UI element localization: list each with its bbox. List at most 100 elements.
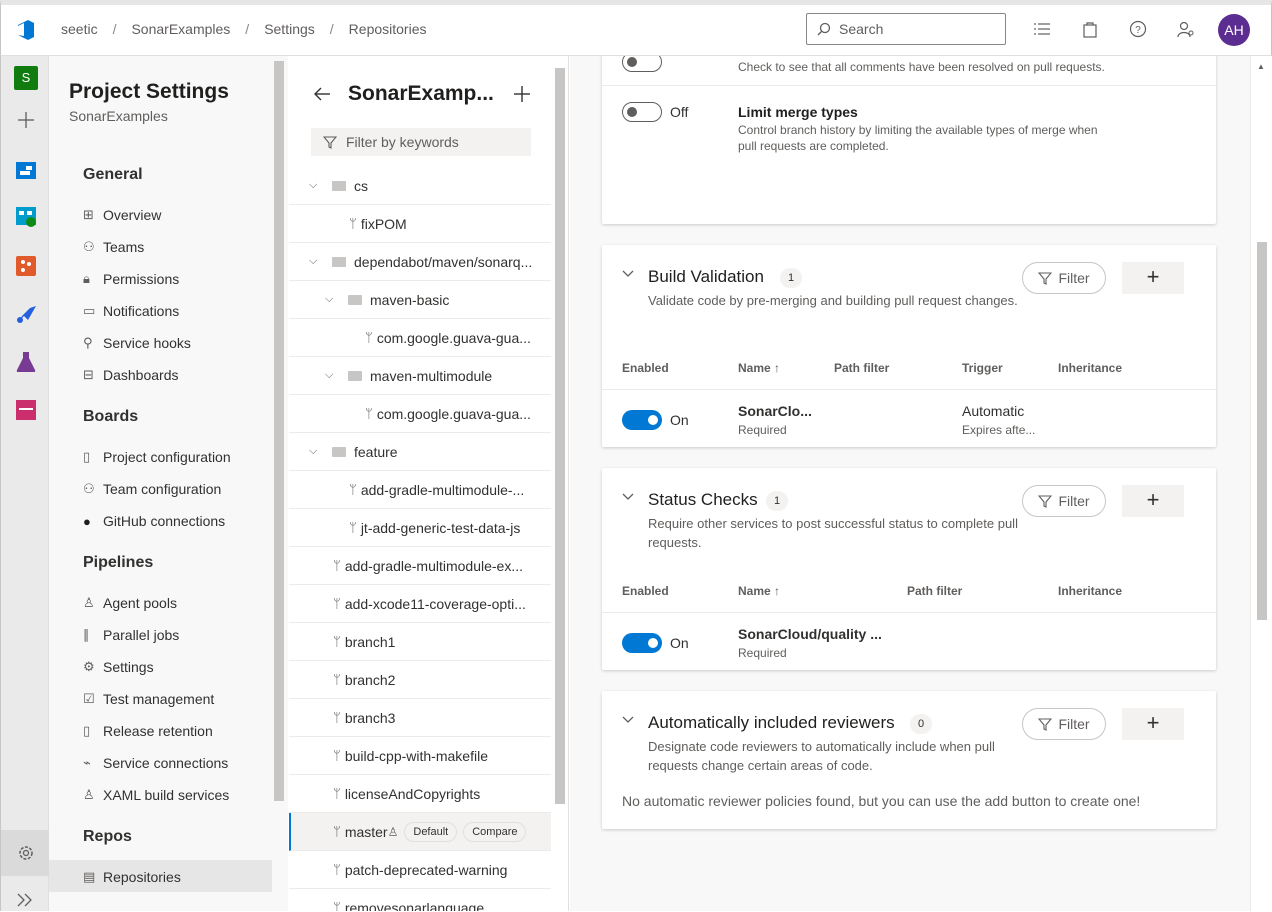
scroll-up-icon[interactable]: ▲	[1257, 62, 1265, 71]
add-reviewer-policy-button[interactable]: +	[1122, 708, 1184, 740]
add-branch-icon[interactable]	[513, 85, 531, 103]
project-settings-sidebar: Project Settings SonarExamples General ⊞…	[49, 56, 288, 911]
repos-icon[interactable]	[14, 254, 38, 278]
divider	[602, 85, 1216, 86]
add-build-policy-button[interactable]: +	[1122, 262, 1184, 294]
boards-icon[interactable]	[14, 204, 38, 228]
sidebar-item-agent-pools[interactable]: ♙ Agent pools	[83, 587, 273, 619]
status-policy-toggle[interactable]: On	[622, 633, 689, 653]
sidebar-item-parallel-jobs[interactable]: ∥ Parallel jobs	[83, 619, 273, 651]
sidebar-item-notifications[interactable]: ▭ Notifications	[83, 295, 273, 327]
build-policy-toggle[interactable]: On	[622, 410, 689, 430]
compare-badge[interactable]: Compare	[463, 821, 527, 842]
overview-icon[interactable]	[14, 158, 38, 182]
repository-panel: SonarExamp... Filter by keywords ⌵ cs ᛘ fix…	[289, 56, 569, 911]
marketplace-bag-icon[interactable]	[1081, 20, 1099, 38]
chevron-down-icon[interactable]: ⌵	[309, 179, 317, 192]
pipelines-icon[interactable]	[14, 302, 38, 326]
gear-icon[interactable]	[14, 841, 38, 865]
branch-row[interactable]: ᛘ patch-deprecated-warning	[289, 851, 551, 889]
folder-icon	[332, 256, 346, 267]
filter-button[interactable]: Filter	[1022, 708, 1106, 740]
breadcrumb-project[interactable]: SonarExamples	[131, 21, 230, 37]
chevron-down-icon[interactable]	[622, 270, 634, 278]
branch-row[interactable]: ᛘ com.google.guava-gua...	[289, 395, 551, 433]
breadcrumb-org[interactable]: seetic	[61, 21, 98, 37]
sidebar-item-pipeline-settings[interactable]: ⚙ Settings	[83, 651, 273, 683]
sidebar-item-dashboards[interactable]: ⊟ Dashboards	[83, 359, 273, 391]
column-name[interactable]: Name ↑	[738, 361, 780, 375]
sidebar-item-repositories[interactable]: ▤ Repositories	[83, 861, 273, 893]
breadcrumb-separator: /	[329, 21, 334, 37]
page-title: Project Settings	[69, 80, 229, 103]
comment-resolution-toggle[interactable]	[622, 56, 662, 75]
sidebar-item-teams[interactable]: ⚇ Teams	[83, 231, 273, 263]
branch-row[interactable]: ᛘ removesonarlanguage	[289, 889, 551, 912]
sidebar-item-service-hooks[interactable]: ⚲ Service hooks	[83, 327, 273, 359]
chevron-down-icon[interactable]: ⌵	[309, 445, 317, 458]
breadcrumb-settings[interactable]: Settings	[264, 21, 315, 37]
reviewers-description: Designate code reviewers to automaticall…	[648, 739, 995, 773]
branch-row[interactable]: ᛘ com.google.guava-gua...	[289, 319, 551, 357]
sidebar-scrollbar[interactable]	[274, 61, 284, 801]
folder-row[interactable]: ⌵ maven-multimodule	[289, 357, 551, 395]
status-policy-name[interactable]: SonarCloud/quality ...	[738, 626, 882, 642]
artifacts-icon[interactable]	[14, 398, 38, 422]
sidebar-item-test-management[interactable]: ☑ Test management	[83, 683, 273, 715]
azure-devops-logo-icon[interactable]	[15, 19, 37, 41]
branch-row[interactable]: ᛘ licenseAndCopyrights	[289, 775, 551, 813]
column-name[interactable]: Name ↑	[738, 584, 780, 598]
branch-row[interactable]: ᛘ branch3	[289, 699, 551, 737]
help-icon[interactable]: ?	[1129, 20, 1147, 38]
folder-row[interactable]: ⌵ maven-basic	[289, 281, 551, 319]
project-avatar[interactable]: S	[14, 66, 38, 90]
chevron-down-icon[interactable]: ⌵	[309, 255, 317, 268]
main-scrollbar[interactable]: ▲	[1250, 56, 1272, 911]
test-plans-icon[interactable]	[14, 350, 38, 374]
filter-label: Filter	[1058, 270, 1090, 286]
chevron-down-icon[interactable]	[622, 493, 634, 501]
main-scroll-thumb[interactable]	[1257, 242, 1267, 620]
task-list-icon[interactable]	[1033, 20, 1051, 38]
folder-row[interactable]: ⌵ feature	[289, 433, 551, 471]
branch-row[interactable]: ᛘ fixPOM	[289, 205, 551, 243]
branch-scrollbar[interactable]	[555, 68, 565, 804]
branch-row[interactable]: ᛘ branch2	[289, 661, 551, 699]
folder-row[interactable]: ⌵ dependabot/maven/sonarq...	[289, 243, 551, 281]
add-icon[interactable]	[14, 108, 38, 132]
filter-button[interactable]: Filter	[1022, 485, 1106, 517]
sidebar-item-label: Overview	[103, 207, 162, 223]
add-status-policy-button[interactable]: +	[1122, 485, 1184, 517]
sidebar-item-service-connections[interactable]: ⌁ Service connections	[83, 747, 273, 779]
branch-row[interactable]: ᛘ branch1	[289, 623, 551, 661]
sidebar-item-github-connections[interactable]: ● GitHub connections	[83, 505, 273, 537]
branch-row[interactable]: ᛘ jt-add-generic-test-data-js	[289, 509, 551, 547]
sidebar-item-project-configuration[interactable]: ▯ Project configuration	[83, 441, 273, 473]
merge-types-toggle[interactable]: Off	[622, 102, 688, 122]
folder-icon	[348, 370, 362, 381]
branch-row[interactable]: ᛘ add-gradle-multimodule-ex...	[289, 547, 551, 585]
sidebar-item-xaml-build-services[interactable]: ♙ XAML build services	[83, 779, 273, 811]
branch-row[interactable]: ᛘ add-xcode11-coverage-opti...	[289, 585, 551, 623]
expand-rail-icon[interactable]	[14, 888, 38, 912]
branch-row[interactable]: ᛘ master ♙ Default Compare	[289, 813, 551, 851]
sidebar-item-permissions[interactable]: 🔒︎ Permissions	[83, 263, 273, 295]
sidebar-item-team-configuration[interactable]: ⚇ Team configuration	[83, 473, 273, 505]
chevron-down-icon[interactable]	[622, 716, 634, 724]
sidebar-item-release-retention[interactable]: ▯ Release retention	[83, 715, 273, 747]
chevron-down-icon[interactable]: ⌵	[325, 293, 333, 306]
branch-row[interactable]: ᛘ add-gradle-multimodule-...	[289, 471, 551, 509]
avatar[interactable]: AH	[1218, 14, 1250, 46]
branch-filter-input[interactable]: Filter by keywords	[311, 128, 531, 156]
filter-button[interactable]: Filter	[1022, 262, 1106, 294]
sidebar-item-overview[interactable]: ⊞ Overview	[83, 199, 273, 231]
folder-row[interactable]: ⌵ cs	[289, 167, 551, 205]
search-input[interactable]: Search	[806, 13, 1006, 45]
breadcrumb-repositories[interactable]: Repositories	[349, 21, 427, 37]
build-policy-name[interactable]: SonarClo...	[738, 403, 812, 419]
branch-row[interactable]: ᛘ build-cpp-with-makefile	[289, 737, 551, 775]
chevron-down-icon[interactable]: ⌵	[325, 369, 333, 382]
user-settings-icon[interactable]	[1177, 20, 1195, 38]
back-arrow-icon[interactable]	[313, 86, 331, 102]
sidebar-item-label: Permissions	[103, 271, 180, 287]
